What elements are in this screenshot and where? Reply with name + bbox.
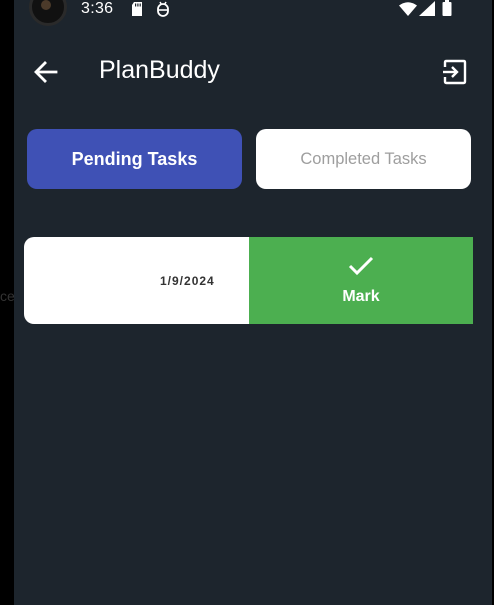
app-screen: 3:36 PlanBuddy Pending Tasks Completed T… xyxy=(14,0,494,605)
battery-icon xyxy=(442,0,452,21)
wifi-icon xyxy=(399,2,417,21)
arrow-left-icon xyxy=(34,61,58,83)
tab-pending-tasks[interactable]: Pending Tasks xyxy=(27,129,242,189)
logout-icon xyxy=(443,59,467,85)
logout-button[interactable] xyxy=(442,59,470,87)
status-time: 3:36 xyxy=(81,0,114,17)
bug-icon xyxy=(156,1,170,22)
status-bar: 3:36 xyxy=(14,0,494,26)
tab-completed-label: Completed Tasks xyxy=(300,149,427,168)
page-title: PlanBuddy xyxy=(99,56,220,84)
task-title-overflow: ce xyxy=(0,288,15,304)
tab-pending-label: Pending Tasks xyxy=(71,148,198,169)
task-card[interactable]: 1/9/2024 xyxy=(24,237,260,324)
app-bar: PlanBuddy xyxy=(14,40,494,102)
back-button[interactable] xyxy=(32,58,60,86)
mark-button[interactable]: Mark xyxy=(249,237,473,324)
task-date: 1/9/2024 xyxy=(160,274,215,288)
signal-icon xyxy=(419,1,435,21)
mark-label: Mark xyxy=(342,288,380,305)
phone-frame: 3:36 PlanBuddy Pending Tasks Completed T… xyxy=(0,0,494,605)
sd-card-icon xyxy=(131,2,143,21)
task-list-item[interactable]: 1/9/2024 Mark xyxy=(24,237,473,324)
tab-completed-tasks[interactable]: Completed Tasks xyxy=(256,129,471,189)
front-camera xyxy=(29,0,67,26)
check-icon xyxy=(348,256,374,276)
